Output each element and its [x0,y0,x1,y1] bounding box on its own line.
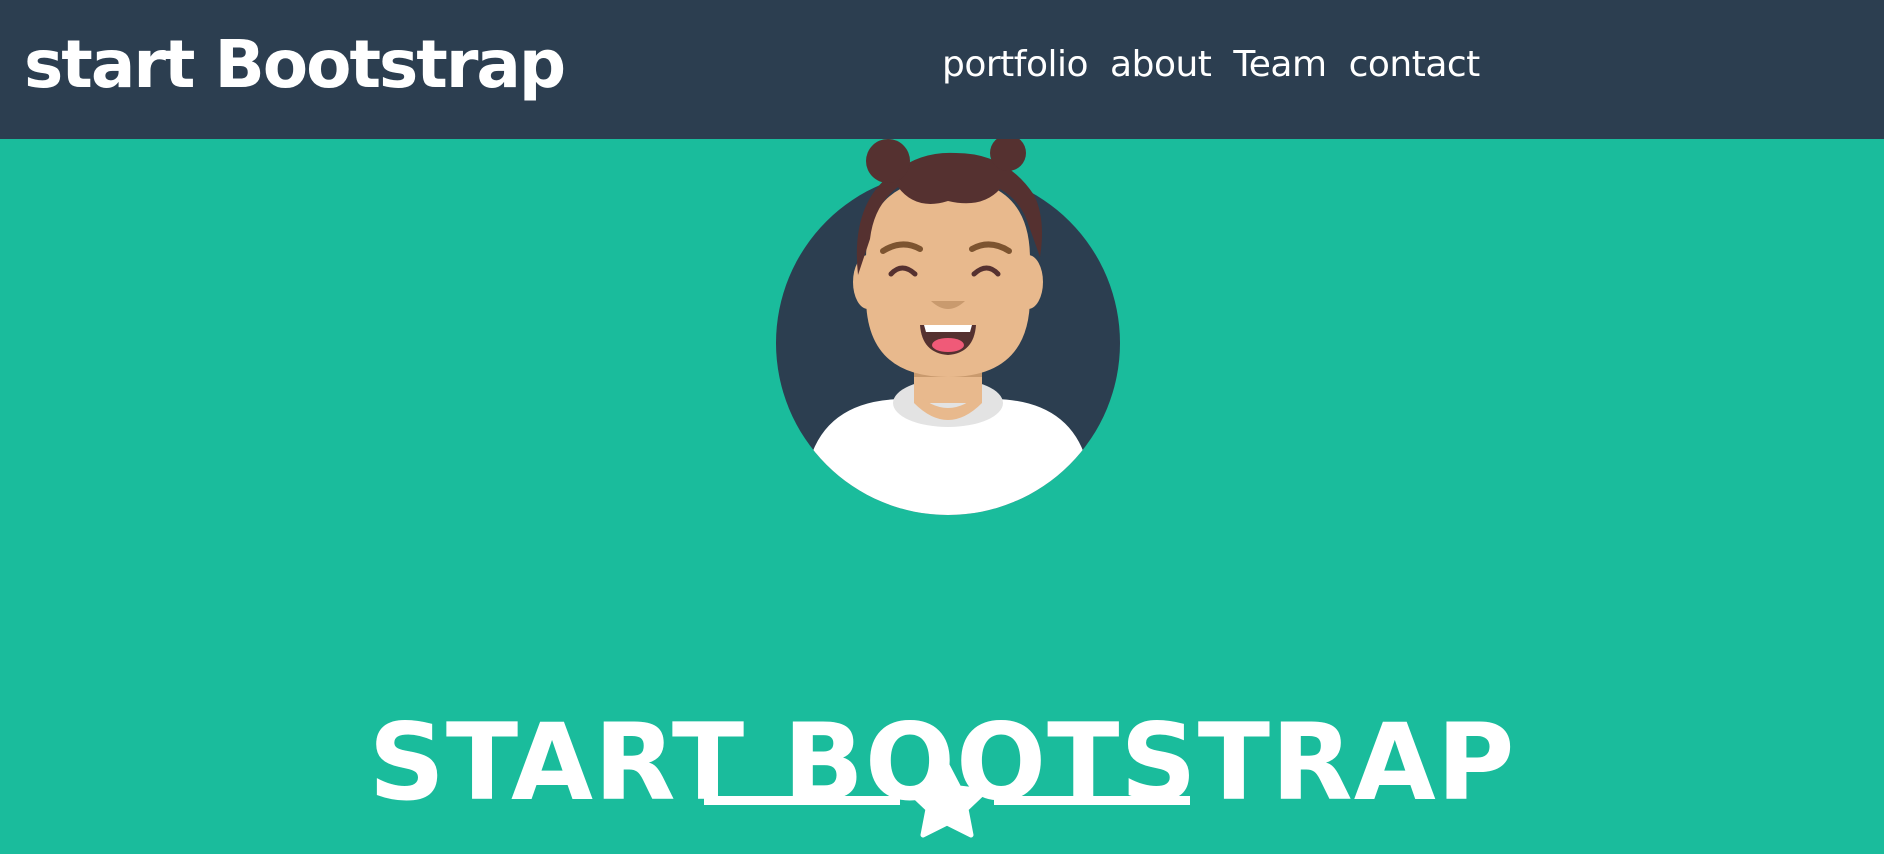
nav-link-portfolio[interactable]: portfolio [942,40,1089,90]
star-icon [906,762,988,838]
avatar-hair-bun-left [866,139,910,183]
nav-link-about[interactable]: about [1110,40,1212,90]
avatar-icon [776,139,1120,515]
star-divider [704,762,1190,838]
avatar-tongue [932,338,964,352]
nav-link-team[interactable]: Team [1233,40,1327,90]
nav-link-contact[interactable]: contact [1349,40,1481,90]
navbar: start Bootstrap portfolio about Team con… [0,0,1884,139]
nav-links: portfolio about Team contact [942,40,1480,90]
avatar-teeth [924,325,972,332]
divider-line-right [994,796,1190,805]
divider-line-left [704,796,900,805]
brand-link[interactable]: start Bootstrap [24,20,566,110]
